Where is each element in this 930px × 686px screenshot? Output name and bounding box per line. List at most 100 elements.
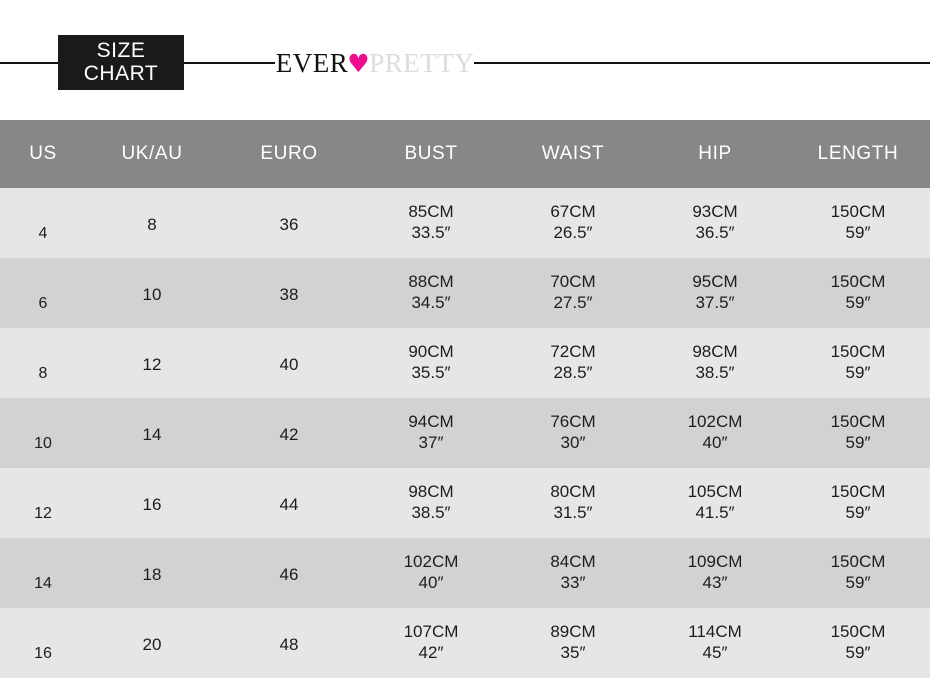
cell-length-in: 59″ [845, 293, 871, 312]
column-header-euro: EURO [218, 120, 360, 188]
table-row: 10 14 42 94CM 37″ 76CM 30″ 102CM 40″ 150… [0, 398, 930, 468]
cell-waist-cm: 80CM [550, 482, 596, 502]
column-header-us: US [0, 120, 86, 188]
cell-bust: 98CM 38.5″ [360, 468, 502, 538]
cell-bust-cm: 88CM [408, 272, 454, 292]
cell-hip-cm: 93CM [692, 202, 738, 222]
cell-uk-au: 14 [86, 398, 218, 468]
cell-hip: 98CM 38.5″ [644, 328, 786, 398]
cell-bust-in: 33.5″ [411, 223, 451, 242]
cell-hip-cm: 109CM [687, 552, 743, 572]
cell-length-in: 59″ [845, 643, 871, 662]
cell-bust-cm: 102CM [403, 552, 459, 572]
cell-bust-in: 38.5″ [411, 503, 451, 522]
column-header-hip: HIP [644, 120, 786, 188]
cell-bust: 102CM 40″ [360, 538, 502, 608]
cell-hip-in: 37.5″ [695, 293, 735, 312]
cell-us: 6 [0, 258, 86, 328]
cell-euro: 36 [218, 188, 360, 258]
table-row: 14 18 46 102CM 40″ 84CM 33″ 109CM 43″ 15… [0, 538, 930, 608]
cell-length-in: 59″ [845, 433, 871, 452]
column-header-bust: BUST [360, 120, 502, 188]
cell-hip-in: 38.5″ [695, 363, 735, 382]
cell-uk-au: 18 [86, 538, 218, 608]
column-header-length: LENGTH [786, 120, 930, 188]
cell-length-in: 59″ [845, 363, 871, 382]
cell-hip-in: 36.5″ [695, 223, 735, 242]
cell-length-cm: 150CM [830, 482, 886, 502]
cell-uk-au: 20 [86, 608, 218, 678]
cell-us: 12 [0, 468, 86, 538]
cell-bust: 88CM 34.5″ [360, 258, 502, 328]
cell-length-in: 59″ [845, 573, 871, 592]
cell-waist-cm: 67CM [550, 202, 596, 222]
cell-waist-cm: 89CM [550, 622, 596, 642]
brand-logo-first-word: EVER [275, 47, 349, 78]
cell-euro: 46 [218, 538, 360, 608]
cell-waist-in: 27.5″ [553, 293, 593, 312]
cell-waist-cm: 84CM [550, 552, 596, 572]
size-chart-badge-line1: SIZE [96, 39, 146, 63]
cell-bust: 90CM 35.5″ [360, 328, 502, 398]
size-chart-badge-line2: CHART [83, 61, 159, 85]
cell-length: 150CM 59″ [786, 398, 930, 468]
cell-hip: 105CM 41.5″ [644, 468, 786, 538]
cell-waist-cm: 72CM [550, 342, 596, 362]
cell-euro: 44 [218, 468, 360, 538]
cell-hip-cm: 95CM [692, 272, 738, 292]
cell-length: 150CM 59″ [786, 258, 930, 328]
cell-length: 150CM 59″ [786, 328, 930, 398]
heart-icon: ♥ [347, 48, 371, 78]
brand-logo: EVER ♥ PRETTY [275, 47, 475, 79]
cell-length: 150CM 59″ [786, 608, 930, 678]
cell-bust-cm: 94CM [408, 412, 454, 432]
cell-waist-in: 30″ [560, 433, 586, 452]
cell-length-cm: 150CM [830, 202, 886, 222]
cell-hip-in: 45″ [702, 643, 728, 662]
cell-bust-in: 35.5″ [411, 363, 451, 382]
table-header-row: US UK/AU EURO BUST WAIST HIP LENGTH [0, 120, 930, 188]
cell-bust-cm: 98CM [408, 482, 454, 502]
cell-hip-cm: 105CM [687, 482, 743, 502]
cell-hip: 95CM 37.5″ [644, 258, 786, 328]
cell-waist: 80CM 31.5″ [502, 468, 644, 538]
cell-us: 8 [0, 328, 86, 398]
size-chart-badge: SIZE CHART [58, 35, 184, 90]
divider-line-left [0, 62, 60, 64]
cell-length: 150CM 59″ [786, 538, 930, 608]
cell-length-in: 59″ [845, 223, 871, 242]
page-header: SIZE CHART EVER ♥ PRETTY [0, 0, 930, 120]
cell-bust-cm: 90CM [408, 342, 454, 362]
cell-hip-cm: 114CM [688, 622, 742, 642]
brand-logo-second-word: PRETTY [369, 47, 475, 78]
table-row: 8 12 40 90CM 35.5″ 72CM 28.5″ 98CM 38.5″… [0, 328, 930, 398]
column-header-waist: WAIST [502, 120, 644, 188]
cell-waist: 70CM 27.5″ [502, 258, 644, 328]
cell-euro: 38 [218, 258, 360, 328]
cell-uk-au: 16 [86, 468, 218, 538]
cell-waist: 84CM 33″ [502, 538, 644, 608]
size-chart-table: US UK/AU EURO BUST WAIST HIP LENGTH 4 8 … [0, 120, 930, 678]
cell-bust-cm: 107CM [403, 622, 459, 642]
cell-length-in: 59″ [845, 503, 871, 522]
size-chart-page: SIZE CHART EVER ♥ PRETTY US UK/AU EURO B… [0, 0, 930, 686]
cell-bust-in: 40″ [418, 573, 444, 592]
cell-uk-au: 12 [86, 328, 218, 398]
cell-hip: 93CM 36.5″ [644, 188, 786, 258]
cell-hip-in: 40″ [702, 433, 728, 452]
cell-bust-cm: 85CM [408, 202, 454, 222]
table-row: 16 20 48 107CM 42″ 89CM 35″ 114CM 45″ 15… [0, 608, 930, 678]
cell-length-cm: 150CM [830, 412, 886, 432]
cell-length-cm: 150CM [830, 622, 886, 642]
table-row: 4 8 36 85CM 33.5″ 67CM 26.5″ 93CM 36.5″ … [0, 188, 930, 258]
cell-waist: 89CM 35″ [502, 608, 644, 678]
table-row: 6 10 38 88CM 34.5″ 70CM 27.5″ 95CM 37.5″… [0, 258, 930, 328]
cell-bust-in: 34.5″ [411, 293, 451, 312]
cell-waist-in: 28.5″ [553, 363, 593, 382]
cell-us: 4 [0, 188, 86, 258]
cell-waist: 72CM 28.5″ [502, 328, 644, 398]
column-header-uk-au: UK/AU [86, 120, 218, 188]
cell-uk-au: 8 [86, 188, 218, 258]
cell-waist-cm: 76CM [550, 412, 596, 432]
table-row: 12 16 44 98CM 38.5″ 80CM 31.5″ 105CM 41.… [0, 468, 930, 538]
